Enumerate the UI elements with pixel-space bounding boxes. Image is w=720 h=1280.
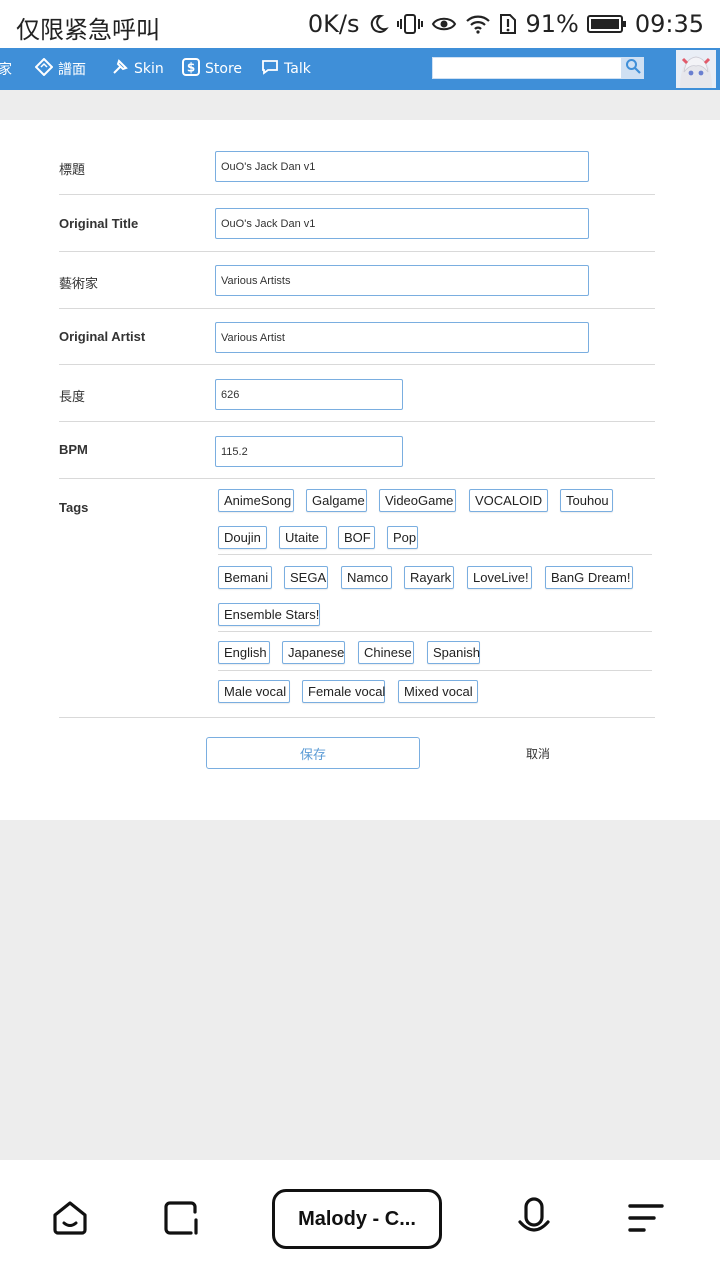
title-field[interactable]: OuO's Jack Dan v1 bbox=[215, 151, 589, 182]
nav-item-talk[interactable]: Talk bbox=[261, 48, 311, 90]
tag-chip[interactable]: English bbox=[218, 641, 270, 664]
form-row-original-title: Original Title OuO's Jack Dan v1 bbox=[59, 195, 655, 252]
svg-text:$: $ bbox=[187, 61, 195, 75]
tag-group-vocal: Male vocal Female vocal Mixed vocal bbox=[218, 671, 652, 711]
length-label: 長度 bbox=[59, 389, 86, 404]
save-button[interactable]: 保存 bbox=[206, 737, 420, 769]
title-label: 標題 bbox=[59, 162, 86, 177]
nav-item-label: Skin bbox=[134, 61, 164, 77]
tag-chip[interactable]: VOCALOID bbox=[469, 489, 548, 512]
tag-chip[interactable]: Rayark bbox=[404, 566, 454, 589]
eye-icon bbox=[431, 13, 457, 35]
tag-chip[interactable]: Chinese bbox=[358, 641, 414, 664]
tag-chip[interactable]: Female vocal bbox=[302, 680, 385, 703]
status-bar: 仅限紧急呼叫 0K/s 91% 09:35 bbox=[0, 0, 720, 48]
nav-item-home[interactable]: 家 bbox=[0, 48, 12, 90]
tag-group-source: Bemani SEGA Namco Rayark LoveLive! BanG … bbox=[218, 555, 652, 632]
current-tab-pill[interactable]: Malody - C... bbox=[272, 1189, 442, 1249]
user-avatar[interactable] bbox=[676, 50, 716, 88]
tag-chip[interactable]: Bemani bbox=[218, 566, 272, 589]
brush-icon bbox=[111, 58, 129, 80]
tag-chip[interactable]: Utaite bbox=[279, 526, 327, 549]
battery-icon bbox=[586, 14, 627, 34]
original-title-label: Original Title bbox=[59, 216, 139, 231]
chart-icon bbox=[34, 57, 54, 80]
search-icon bbox=[625, 58, 641, 79]
search-input[interactable] bbox=[432, 57, 622, 79]
tag-group-genre: AnimeSong Galgame VideoGame VOCALOID Tou… bbox=[218, 485, 652, 555]
home-button[interactable] bbox=[46, 1196, 94, 1244]
tag-chip[interactable]: VideoGame bbox=[379, 489, 456, 512]
search-button[interactable] bbox=[622, 57, 644, 79]
nav-item-label: 家 bbox=[0, 62, 12, 78]
vibrate-icon bbox=[397, 13, 424, 35]
tag-chip[interactable]: Doujin bbox=[218, 526, 267, 549]
nav-item-store[interactable]: $ Store bbox=[182, 48, 242, 90]
tag-chip[interactable]: Male vocal bbox=[218, 680, 290, 703]
home-icon bbox=[50, 1198, 90, 1243]
tabs-icon bbox=[161, 1198, 201, 1243]
wifi-icon bbox=[465, 13, 491, 35]
length-field[interactable]: 626 bbox=[215, 379, 403, 410]
form-row-bpm: BPM 115.2 bbox=[59, 422, 655, 479]
status-icons: 0K/s 91% 09:35 bbox=[308, 10, 704, 38]
sim-alert-icon bbox=[499, 13, 517, 35]
tag-chip[interactable]: Japanese bbox=[282, 641, 345, 664]
form-row-original-artist: Original Artist Various Artist bbox=[59, 309, 655, 365]
tag-chip[interactable]: Ensemble Stars! bbox=[218, 603, 320, 626]
bpm-label: BPM bbox=[59, 442, 88, 457]
original-title-field[interactable]: OuO's Jack Dan v1 bbox=[215, 208, 589, 239]
microphone-icon bbox=[514, 1196, 554, 1245]
edit-chart-form: 標題 OuO's Jack Dan v1 Original Title OuO'… bbox=[0, 120, 720, 820]
tag-chip[interactable]: BOF bbox=[338, 526, 375, 549]
tag-chip[interactable]: LoveLive! bbox=[467, 566, 532, 589]
original-artist-label: Original Artist bbox=[59, 329, 146, 344]
nav-item-charts[interactable]: 譜面 bbox=[34, 48, 86, 90]
tag-chip[interactable]: Namco bbox=[341, 566, 392, 589]
moon-icon bbox=[367, 13, 390, 35]
artist-label: 藝術家 bbox=[59, 276, 99, 291]
tags-label: Tags bbox=[59, 500, 89, 515]
menu-button[interactable] bbox=[621, 1196, 669, 1244]
nav-item-label: Talk bbox=[284, 61, 311, 77]
tag-chip[interactable]: Pop bbox=[387, 526, 418, 549]
form-row-length: 長度 626 bbox=[59, 365, 655, 422]
nav-item-label: Store bbox=[205, 61, 243, 77]
form-row-artist: 藝術家 Various Artists bbox=[59, 252, 655, 309]
tag-chip[interactable]: AnimeSong bbox=[218, 489, 294, 512]
nav-item-label: 譜面 bbox=[58, 62, 86, 78]
carrier-text: 仅限紧急呼叫 bbox=[16, 16, 160, 44]
clock: 09:35 bbox=[634, 10, 704, 38]
voice-button[interactable] bbox=[510, 1196, 558, 1244]
nav-item-skin[interactable]: Skin bbox=[111, 48, 164, 90]
dollar-icon: $ bbox=[182, 58, 200, 80]
tag-chip[interactable]: Galgame bbox=[306, 489, 367, 512]
site-navbar: 家 譜面 Skin $ Store Talk bbox=[0, 48, 720, 90]
bpm-field[interactable]: 115.2 bbox=[215, 436, 403, 467]
tag-chip[interactable]: Spanish bbox=[427, 641, 480, 664]
tag-group-language: English Japanese Chinese Spanish bbox=[218, 632, 652, 671]
artist-field[interactable]: Various Artists bbox=[215, 265, 589, 296]
tag-chip[interactable]: Mixed vocal bbox=[398, 680, 478, 703]
tag-chip[interactable]: Touhou bbox=[560, 489, 613, 512]
browser-bottom-bar: Malody - C... bbox=[0, 1160, 720, 1280]
chat-icon bbox=[261, 58, 279, 80]
battery-percent: 91% bbox=[525, 10, 579, 38]
form-row-title: 標題 OuO's Jack Dan v1 bbox=[59, 138, 655, 195]
network-speed: 0K/s bbox=[307, 10, 360, 38]
menu-icon bbox=[625, 1198, 665, 1243]
original-artist-field[interactable]: Various Artist bbox=[215, 322, 589, 353]
tag-chip[interactable]: SEGA bbox=[284, 566, 328, 589]
cancel-button[interactable]: 取消 bbox=[510, 737, 566, 769]
tag-chip[interactable]: BanG Dream! bbox=[545, 566, 633, 589]
tabs-button[interactable] bbox=[157, 1196, 205, 1244]
